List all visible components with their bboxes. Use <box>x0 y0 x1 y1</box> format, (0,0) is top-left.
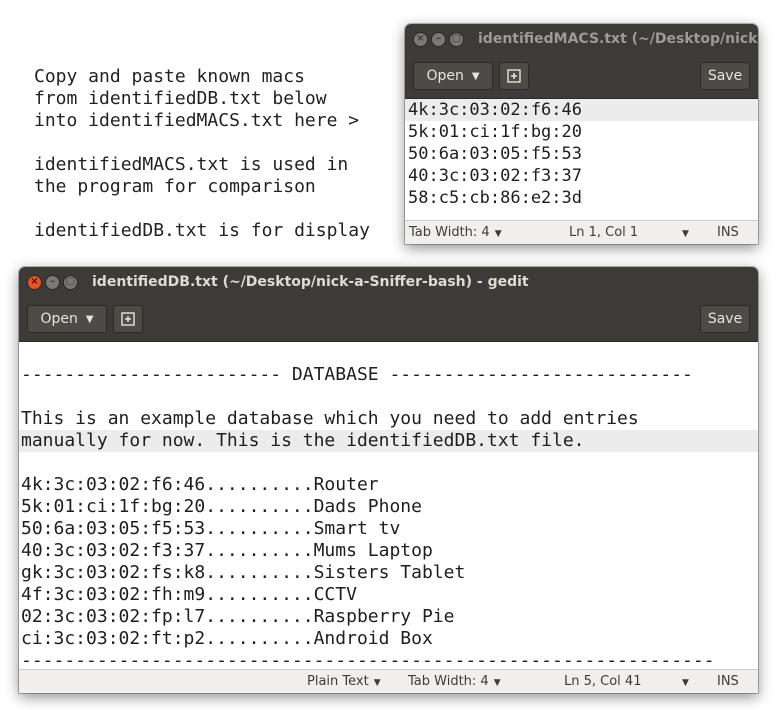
insert-mode[interactable]: INS <box>717 225 739 240</box>
cursor-position[interactable]: Ln 1, Col 1 <box>569 225 638 240</box>
language-selector[interactable]: Plain Text ▼ <box>307 674 381 689</box>
editor-line: 5k:01:ci:1f:bg:20 <box>408 122 582 142</box>
macs-titlebar[interactable]: × – □ identifiedMACS.txt (~/Desktop/nick… <box>405 24 758 54</box>
db-statusbar: Plain Text ▼ Tab Width: 4 ▼ Ln 5, Col 41 ▼… <box>19 669 758 693</box>
chevron-down-icon: ▼ <box>494 229 502 239</box>
chevron-down-icon: ▼ <box>85 313 94 325</box>
save-label: Save <box>707 68 743 84</box>
maximize-icon[interactable]: □ <box>63 274 78 290</box>
editor-line: 02:3c:03:02:fp:l7..........Raspberry Pie <box>21 606 455 627</box>
minimize-icon[interactable]: – <box>431 31 446 47</box>
editor-line: This is an example database which you ne… <box>21 408 639 429</box>
window-title: identifiedDB.txt (~/Desktop/nick-a-Sniff… <box>92 274 529 290</box>
editor-line: 40:3c:03:02:f3:37..........Mums Laptop <box>21 540 433 561</box>
editor-line: ------------------------ DATABASE ------… <box>21 364 693 385</box>
new-tab-button[interactable] <box>113 305 143 333</box>
editor-line: ci:3c:03:02:ft:p2..........Android Box <box>21 628 433 649</box>
insert-mode-label: INS <box>717 674 739 689</box>
db-editor[interactable]: ------------------------ DATABASE ------… <box>19 342 758 669</box>
note-line <box>34 132 370 154</box>
open-button[interactable]: Open ▼ <box>413 62 493 90</box>
editor-line: ----------------------------------------… <box>21 650 715 669</box>
editor-line: 4k:3c:03:02:f6:46..........Router <box>21 474 379 495</box>
save-label: Save <box>707 311 743 327</box>
chevron-down-icon: ▼ <box>682 678 689 688</box>
window-title: identifiedMACS.txt (~/Desktop/nick-a <box>478 31 758 47</box>
chevron-down-icon: ▼ <box>493 678 501 688</box>
save-button[interactable]: Save <box>700 62 750 90</box>
cursor-position-label: Ln 5, Col 41 <box>564 674 642 689</box>
macs-statusbar: Tab Width: 4 ▼ Ln 1, Col 1 ▼ INS <box>405 220 758 244</box>
save-button[interactable]: Save <box>700 305 750 333</box>
note-line: into identifiedMACS.txt here > <box>34 110 360 131</box>
new-document-icon <box>121 312 135 326</box>
note-line: identifiedMACS.txt is used in <box>34 154 349 175</box>
note-line: from identifiedDB.txt below <box>34 88 327 109</box>
new-document-icon <box>507 69 521 83</box>
chevron-down-icon: ▼ <box>682 229 689 239</box>
position-dropdown[interactable]: ▼ <box>677 225 689 240</box>
db-titlebar[interactable]: × – □ identifiedDB.txt (~/Desktop/nick-a… <box>19 267 758 297</box>
db-window: × – □ identifiedDB.txt (~/Desktop/nick-a… <box>19 267 758 693</box>
editor-line: 40:3c:03:02:f3:37 <box>408 166 582 186</box>
note-line <box>34 198 370 220</box>
macs-window: × – □ identifiedMACS.txt (~/Desktop/nick… <box>405 24 758 244</box>
instruction-note: Copy and paste known macs from identifie… <box>34 66 370 242</box>
language-label: Plain Text <box>307 674 369 689</box>
tab-width-selector[interactable]: Tab Width: 4 ▼ <box>408 674 501 689</box>
open-label: Open <box>40 311 78 327</box>
editor-line: 4f:3c:03:02:fh:m9..........CCTV <box>21 584 357 605</box>
new-tab-button[interactable] <box>499 62 529 90</box>
note-line: Copy and paste known macs <box>34 66 305 87</box>
insert-mode[interactable]: INS <box>717 674 739 689</box>
tab-width-label: Tab Width: 4 <box>409 225 490 240</box>
minimize-icon[interactable]: – <box>45 274 60 290</box>
cursor-position-label: Ln 1, Col 1 <box>569 225 639 240</box>
macs-toolbar: Open ▼ Save <box>405 54 758 99</box>
db-toolbar: Open ▼ Save <box>19 297 758 342</box>
tab-width-selector[interactable]: Tab Width: 4 ▼ <box>409 225 502 240</box>
editor-line: 50:6a:03:05:f5:53..........Smart tv <box>21 518 401 539</box>
editor-line: 50:6a:03:05:f5:53 <box>408 144 582 164</box>
tab-width-label: Tab Width: 4 <box>408 674 489 689</box>
insert-mode-label: INS <box>717 225 739 240</box>
close-icon[interactable]: × <box>413 31 428 47</box>
position-dropdown[interactable]: ▼ <box>677 674 689 689</box>
editor-line: gk:3c:03:02:fs:k8..........Sisters Table… <box>21 562 466 583</box>
editor-line: 4k:3c:03:02:f6:46 <box>405 99 758 121</box>
open-label: Open <box>426 68 464 84</box>
chevron-down-icon: ▼ <box>373 678 381 688</box>
macs-editor[interactable]: 4k:3c:03:02:f6:46 5k:01:ci:1f:bg:20 50:6… <box>405 99 758 220</box>
window-buttons: × – □ <box>27 274 78 290</box>
editor-line: 58:c5:cb:86:e2:3d <box>408 188 582 208</box>
editor-line-current: manually for now. This is the identified… <box>19 430 758 452</box>
open-button[interactable]: Open ▼ <box>27 305 107 333</box>
window-buttons: × – □ <box>413 31 464 47</box>
cursor-position[interactable]: Ln 5, Col 41 <box>564 674 641 689</box>
chevron-down-icon: ▼ <box>471 70 480 82</box>
note-line: the program for comparison <box>34 176 316 197</box>
note-line: identifiedDB.txt is for display <box>34 220 370 241</box>
close-icon[interactable]: × <box>27 274 42 290</box>
maximize-icon[interactable]: □ <box>449 31 464 47</box>
editor-line: 5k:01:ci:1f:bg:20..........Dads Phone <box>21 496 422 517</box>
